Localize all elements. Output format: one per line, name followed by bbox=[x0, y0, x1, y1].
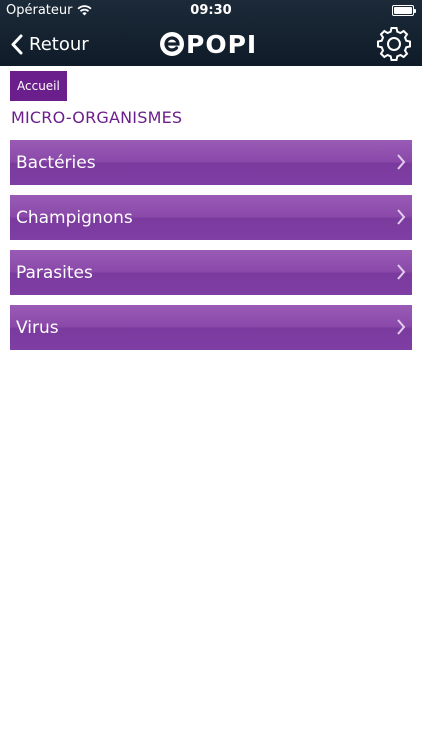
status-time: 09:30 bbox=[190, 3, 232, 18]
app-logo: POPI bbox=[160, 29, 258, 59]
list-item-virus[interactable]: Virus bbox=[10, 305, 412, 350]
logo-e-icon bbox=[160, 32, 184, 56]
chevron-right-icon bbox=[397, 209, 406, 225]
chevron-right-icon bbox=[397, 264, 406, 280]
breadcrumb-home-button[interactable]: Accueil bbox=[10, 71, 67, 101]
status-bar: Opérateur 09:30 bbox=[0, 0, 422, 22]
app-screen: Opérateur 09:30 Retour POPI Accueil MICR… bbox=[0, 0, 422, 750]
page-title: MICRO-ORGANISMES bbox=[11, 108, 183, 127]
list-item-label: Virus bbox=[16, 317, 59, 338]
back-button-label: Retour bbox=[29, 33, 89, 55]
list-item-label: Parasites bbox=[16, 262, 93, 283]
navigation-bar: Retour POPI bbox=[0, 22, 422, 66]
battery-icon bbox=[392, 5, 416, 16]
gear-icon bbox=[377, 27, 411, 61]
chevron-right-icon bbox=[397, 154, 406, 170]
chevron-left-icon bbox=[11, 34, 23, 54]
chevron-right-icon bbox=[397, 319, 406, 335]
list-item-bacteries[interactable]: Bactéries bbox=[10, 140, 412, 185]
settings-button[interactable] bbox=[376, 26, 412, 62]
list-item-champignons[interactable]: Champignons bbox=[10, 195, 412, 240]
logo-text: POPI bbox=[186, 29, 258, 59]
category-list: Bactéries Champignons Parasites Virus bbox=[10, 140, 412, 360]
back-button[interactable]: Retour bbox=[10, 29, 89, 59]
list-item-parasites[interactable]: Parasites bbox=[10, 250, 412, 295]
top-bar: Opérateur 09:30 Retour POPI bbox=[0, 0, 422, 66]
list-item-label: Champignons bbox=[16, 207, 133, 228]
list-item-label: Bactéries bbox=[16, 152, 96, 173]
